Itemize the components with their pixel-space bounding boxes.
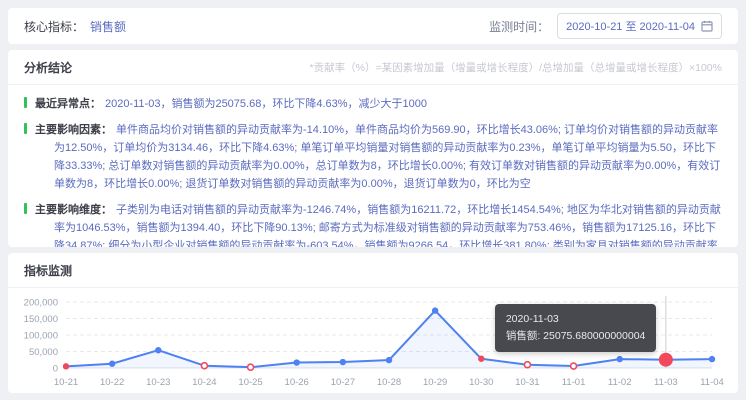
core-metric-group: 核心指标： 销售额 [24, 18, 126, 35]
svg-text:11-03: 11-03 [654, 377, 678, 388]
svg-text:10-31: 10-31 [515, 377, 539, 388]
svg-text:11-04: 11-04 [700, 377, 724, 388]
green-marker-icon [24, 97, 27, 108]
contribution-formula-note: *贡献率（%）=某因素增加量（增量或增长程度）/总增加量（总增量或增长程度）×1… [309, 62, 722, 74]
svg-text:10-25: 10-25 [238, 377, 262, 388]
analysis-bullets: 最近异常点： 2020-11-03，销售额为25075.68，环比下降4.63%，… [8, 85, 738, 247]
line-chart-svg[interactable]: 0 50,000 100,000 150,000 200,000 10-21 10-22 10… [20, 292, 726, 392]
svg-text:10-28: 10-28 [377, 377, 401, 388]
core-metric-label: 核心指标： [24, 19, 85, 34]
svg-text:11-02: 11-02 [608, 377, 632, 388]
metric-line-chart[interactable]: 0 50,000 100,000 150,000 200,000 10-21 10-22 10… [20, 292, 726, 393]
svg-text:11-01: 11-01 [562, 377, 586, 388]
svg-text:200,000: 200,000 [24, 298, 58, 309]
svg-text:150,000: 150,000 [24, 314, 58, 325]
svg-text:10-29: 10-29 [423, 377, 447, 388]
svg-text:10-27: 10-27 [331, 377, 355, 388]
svg-text:10-26: 10-26 [285, 377, 309, 388]
analysis-title: 分析结论 [24, 61, 73, 75]
svg-text:10-24: 10-24 [192, 377, 216, 388]
monitor-card: 指标监测 0 50,000 100,000 150,000 200,000 10-21 10… [8, 253, 738, 393]
svg-text:10-22: 10-22 [100, 377, 124, 388]
anomaly-analysis-dashboard: 核心指标： 销售额 监测时间： 2020-10-21 至 2020-11-04 … [0, 8, 746, 393]
bullet-content: 2020-11-03，销售额为25075.68，环比下降4.63%，减少大于10… [105, 98, 427, 110]
calendar-icon [701, 20, 713, 32]
core-metric-value[interactable]: 销售额 [90, 18, 126, 35]
analysis-title-row: 分析结论 *贡献率（%）=某因素增加量（增量或增长程度）/总增加量（总增量或增长… [8, 50, 738, 85]
bullet-recent-anomaly: 最近异常点： 2020-11-03，销售额为25075.68，环比下降4.63%，… [24, 95, 722, 113]
monitor-time-group: 监测时间： 2020-10-21 至 2020-11-04 [489, 13, 722, 39]
monitor-time-label: 监测时间： [489, 19, 550, 34]
monitor-title-row: 指标监测 [8, 253, 738, 288]
bullet-label: 最近异常点： [35, 98, 101, 110]
svg-text:10-21: 10-21 [54, 377, 78, 388]
bullet-label: 主要影响因素： [35, 124, 112, 136]
svg-text:50,000: 50,000 [29, 347, 58, 358]
bullet-main-factors: 主要影响因素： 单件商品均价对销售额的异动贡献率为-14.10%，单件商品均价为5… [24, 121, 722, 193]
bullet-content: 单件商品均价对销售额的异动贡献率为-14.10%，单件商品均价为569.90，环… [54, 124, 721, 190]
date-range-value: 2020-10-21 至 2020-11-04 [566, 21, 695, 33]
bullet-label: 主要影响维度： [35, 204, 112, 216]
bullet-content: 子类别为电话对销售额的异动贡献率为-1246.74%，销售额为16211.72，… [54, 204, 721, 247]
bullet-main-dimensions: 主要影响维度： 子类别为电话对销售额的异动贡献率为-1246.74%，销售额为16… [24, 201, 722, 247]
svg-text:10-23: 10-23 [146, 377, 170, 388]
analysis-card: 分析结论 *贡献率（%）=某因素增加量（增量或增长程度）/总增加量（总增量或增长… [8, 50, 738, 247]
green-marker-icon [24, 203, 27, 214]
monitor-title: 指标监测 [24, 264, 73, 278]
green-marker-icon [24, 123, 27, 134]
header-bar: 核心指标： 销售额 监测时间： 2020-10-21 至 2020-11-04 [8, 8, 738, 44]
date-range-picker[interactable]: 2020-10-21 至 2020-11-04 [557, 13, 722, 39]
svg-text:10-30: 10-30 [469, 377, 493, 388]
svg-text:0: 0 [53, 364, 58, 375]
svg-text:100,000: 100,000 [24, 331, 58, 342]
